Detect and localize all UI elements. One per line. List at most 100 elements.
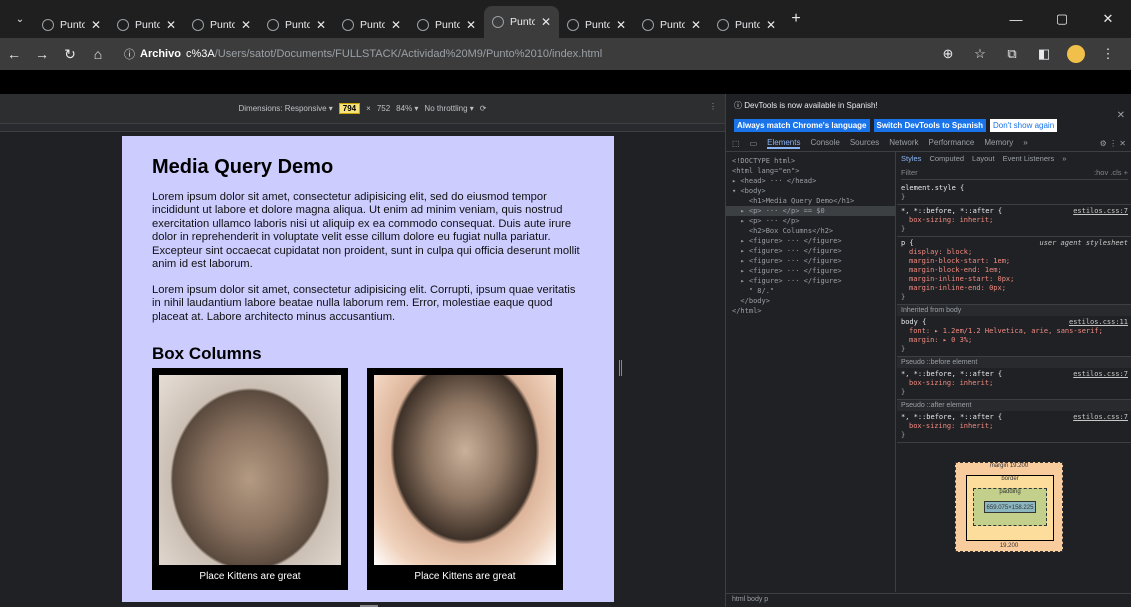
profile-avatar[interactable] (1061, 45, 1091, 63)
forward-icon[interactable]: → (28, 46, 56, 62)
browser-tab[interactable]: Punto Seis ✕ (259, 12, 334, 38)
tab-close-icon[interactable]: ✕ (241, 18, 251, 32)
tab-close-icon[interactable]: ✕ (691, 18, 701, 32)
rule2-source-link[interactable]: estilos.css:7 (1073, 207, 1128, 216)
devtools-tab[interactable]: Memory (984, 138, 1013, 149)
dont-show-button[interactable]: Don't show again (990, 119, 1058, 132)
rule2-prop[interactable]: box-sizing: inherit; (901, 216, 993, 224)
device-toggle-icon[interactable]: ▭ (750, 139, 758, 148)
browser-tab[interactable]: Punto_12 ✕ (709, 12, 784, 38)
dom-node[interactable]: </body> (732, 296, 895, 306)
dom-node[interactable]: ▸ <head> ··· </head> (732, 176, 895, 186)
dom-node[interactable]: ▸ <p> ··· </p> == $0 (726, 206, 895, 216)
css-property[interactable]: margin-inline-end: 0px; (901, 284, 1128, 293)
switch-spanish-button[interactable]: Switch DevTools to Spanish (873, 119, 987, 132)
dom-node[interactable]: ▸ <figure> ··· </figure> (732, 236, 895, 246)
tab-close-icon[interactable]: ✕ (91, 18, 101, 32)
dom-node[interactable]: ▸ <p> ··· </p> (732, 216, 895, 226)
rotate-icon[interactable]: ⟳ (480, 104, 487, 113)
rule6-prop[interactable]: box-sizing: inherit; (901, 422, 993, 430)
css-property[interactable]: margin-block-end: 1em; (901, 266, 1128, 275)
close-window-icon[interactable]: ✕ (1085, 0, 1131, 38)
minimize-icon[interactable]: — (993, 0, 1039, 38)
menu-icon[interactable]: ⋮ (1093, 46, 1123, 62)
dom-node[interactable]: <h1>Media Query Demo</h1> (732, 196, 895, 206)
maximize-icon[interactable]: ▢ (1039, 0, 1085, 38)
tab-close-icon[interactable]: ✕ (616, 18, 626, 32)
rule5-prop[interactable]: box-sizing: inherit; (901, 379, 993, 387)
home-icon[interactable]: ⌂ (84, 46, 112, 62)
styles-filter-tools[interactable]: :hov .cls + (1094, 168, 1128, 179)
devtools-tab[interactable]: Sources (850, 138, 879, 149)
browser-tab[interactable]: Punto 4 - ✕ (109, 12, 184, 38)
styles-subtab[interactable]: Event Listeners (1003, 154, 1055, 164)
devtools-tab[interactable]: Console (810, 138, 839, 149)
browser-tab[interactable]: Punto_11 ✕ (634, 12, 709, 38)
tab-close-icon[interactable]: ✕ (316, 18, 326, 32)
dom-node[interactable]: " 8/." (732, 286, 895, 296)
dom-node[interactable]: <h2>Box Columns</h2> (732, 226, 895, 236)
browser-tab[interactable]: Punto1_2 ✕ (34, 12, 109, 38)
dom-node[interactable]: ▸ <figure> ··· </figure> (732, 256, 895, 266)
styles-subtab[interactable]: » (1062, 154, 1066, 164)
rule6-source-link[interactable]: estilos.css:7 (1073, 413, 1128, 422)
styles-filter-input[interactable]: Filter (901, 168, 918, 179)
inspect-icon[interactable]: ⬚ (732, 139, 740, 148)
styles-subtab[interactable]: Layout (972, 154, 995, 164)
devtools-tab[interactable]: Network (889, 138, 918, 149)
dom-node[interactable]: <!DOCTYPE html> (732, 156, 895, 166)
devtools-tab[interactable]: » (1023, 138, 1027, 149)
devtools-tab[interactable]: Performance (929, 138, 975, 149)
device-more-icon[interactable]: ⋮ (709, 102, 717, 111)
reload-icon[interactable]: ↻ (56, 46, 84, 63)
dom-node[interactable]: ▾ <body> (732, 186, 895, 196)
bookmark-star-icon[interactable]: ☆ (965, 46, 995, 62)
devtools-tab[interactable]: Elements (767, 138, 801, 149)
new-tab-button[interactable]: + (784, 7, 808, 31)
back-icon[interactable]: ← (0, 46, 28, 62)
styles-subtab[interactable]: Computed (929, 154, 964, 164)
extensions-icon[interactable]: ⧉ (997, 46, 1027, 62)
css-property[interactable]: margin: ▸ 0 3%; (901, 336, 1128, 345)
css-property[interactable]: display: block; (901, 248, 1128, 257)
tab-close-icon[interactable]: ✕ (541, 15, 551, 29)
css-property[interactable]: margin-inline-start: 0px; (901, 275, 1128, 284)
address-bar[interactable]: ⓘ Archivo c%3A/Users/satot/Documents/FUL… (118, 42, 933, 66)
dom-node[interactable]: ▸ <figure> ··· </figure> (732, 266, 895, 276)
throttle-select[interactable]: No throttling ▾ (424, 104, 473, 113)
notice-close-icon[interactable]: ✕ (1117, 110, 1125, 121)
tab-close-icon[interactable]: ✕ (391, 18, 401, 32)
height-input[interactable]: 752 (377, 104, 390, 113)
styles-subtab[interactable]: Styles (901, 154, 921, 164)
tab-close-icon[interactable]: ✕ (166, 18, 176, 32)
dimensions-select[interactable]: Dimensions: Responsive ▾ (239, 104, 333, 113)
browser-tab[interactable]: Punto_11 ✕ (559, 12, 634, 38)
breadcrumb[interactable]: html body p (726, 593, 1131, 607)
tab-close-icon[interactable]: ✕ (466, 18, 476, 32)
settings-gear-icon[interactable]: ⚙ ⋮ ✕ (1100, 139, 1126, 148)
css-property[interactable]: margin-block-start: 1em; (901, 257, 1128, 266)
rule-element-style[interactable]: element.style { (901, 184, 964, 192)
zoom-icon[interactable]: ⊕ (933, 46, 963, 62)
dom-node[interactable]: ▸ <figure> ··· </figure> (732, 276, 895, 286)
browser-tab[interactable]: Punto_siet ✕ (334, 12, 409, 38)
zoom-select[interactable]: 84% ▾ (396, 104, 418, 113)
browser-tab[interactable]: Punto 10 ✕ (484, 6, 559, 38)
resize-handle-right[interactable] (619, 360, 622, 376)
info-icon[interactable]: ⓘ (124, 46, 135, 62)
match-language-button[interactable]: Always match Chrome's language (734, 119, 870, 132)
page-title: Media Query Demo (152, 156, 334, 178)
rule5-source-link[interactable]: estilos.css:7 (1073, 370, 1128, 379)
dom-node[interactable]: </html> (732, 306, 895, 316)
browser-tab[interactable]: Punto_9 ✕ (409, 12, 484, 38)
width-input[interactable]: 794 (338, 103, 361, 114)
rule4-source-link[interactable]: estilos.css:11 (1069, 318, 1128, 327)
dom-node[interactable]: <html lang="en"> (732, 166, 895, 176)
dom-node[interactable]: ▸ <figure> ··· </figure> (732, 246, 895, 256)
tab-close-icon[interactable]: ✕ (766, 18, 776, 32)
css-property[interactable]: font: ▸ 1.2em/1.2 Helvetica, arie, sans-… (901, 327, 1128, 336)
side-panel-icon[interactable]: ◧ (1029, 46, 1059, 62)
tab-search-icon[interactable]: ⌄ (6, 5, 34, 33)
box-model-diagram: margin 19.200 border padding 659.075×158… (955, 462, 1063, 552)
browser-tab[interactable]: Punto 5 ✕ (184, 12, 259, 38)
